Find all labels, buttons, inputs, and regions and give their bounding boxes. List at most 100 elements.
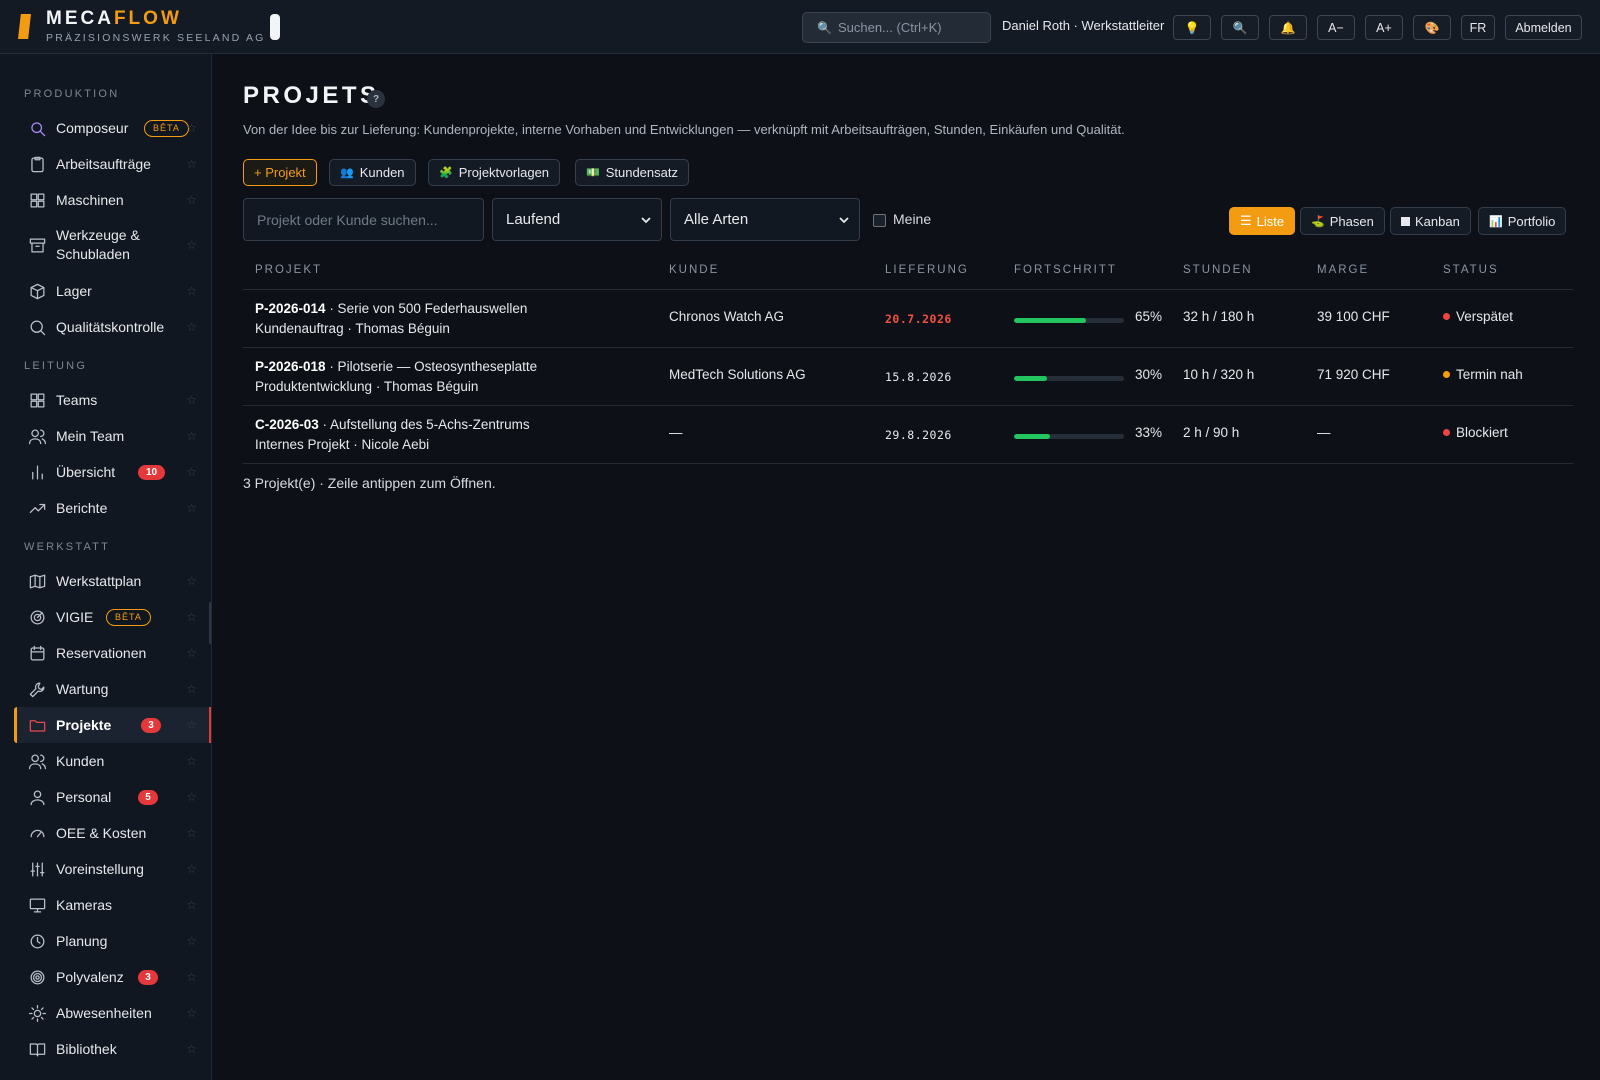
- sidebar-item-label: Teams: [56, 391, 98, 408]
- star-icon[interactable]: ☆: [186, 790, 197, 804]
- sidebar-item-oee-kosten[interactable]: OEE & Kosten ☆: [14, 815, 211, 851]
- sidebar-item-personal[interactable]: Personal 5 ☆: [14, 779, 211, 815]
- sidebar-item-uebersicht[interactable]: Übersicht 10 ☆: [14, 454, 211, 490]
- sidebar-item-maschinen[interactable]: Maschinen ☆: [14, 182, 211, 218]
- sidebar-item-label: Polyvalenz: [56, 968, 124, 985]
- status-select[interactable]: Laufend: [492, 198, 662, 241]
- sidebar-item-reservationen[interactable]: Reservationen ☆: [14, 635, 211, 671]
- sidebar-item-werkzeuge[interactable]: Werkzeuge & Schubladen ☆: [14, 218, 211, 272]
- star-icon[interactable]: ☆: [186, 934, 197, 948]
- star-icon[interactable]: ☆: [186, 501, 197, 515]
- star-icon[interactable]: ☆: [186, 646, 197, 660]
- theme-button[interactable]: 🎨: [1413, 15, 1451, 40]
- project-search-input[interactable]: Projekt oder Kunde suchen...: [243, 198, 484, 241]
- star-icon[interactable]: ☆: [186, 610, 197, 624]
- mine-checkbox-label[interactable]: Meine: [893, 211, 931, 227]
- table-row[interactable]: P-2026-014 · Serie von 500 Federhauswell…: [243, 290, 1573, 348]
- palette-icon: 🎨: [1424, 20, 1440, 35]
- logout-button[interactable]: Abmelden: [1505, 15, 1582, 40]
- star-icon[interactable]: ☆: [186, 898, 197, 912]
- hourly-rate-button[interactable]: 💵 Stundensatz: [575, 159, 689, 186]
- templates-button[interactable]: 🧩 Projektvorlagen: [428, 159, 561, 186]
- column-project[interactable]: PROJEKT: [255, 264, 322, 276]
- column-progress[interactable]: FORTSCHRITT: [1014, 264, 1117, 276]
- star-icon[interactable]: ☆: [186, 121, 197, 135]
- view-portfolio-button[interactable]: 📊 Portfolio: [1478, 207, 1567, 235]
- star-icon[interactable]: ☆: [186, 157, 197, 171]
- column-status[interactable]: STATUS: [1443, 264, 1499, 276]
- sidebar-item-lager[interactable]: Lager ☆: [14, 273, 211, 309]
- sidebar-item-mein-team[interactable]: Mein Team ☆: [14, 418, 211, 454]
- sidebar-item-label: VIGIE: [56, 608, 94, 625]
- sidebar-item-composeur[interactable]: Composeur BÊTA ☆: [14, 110, 211, 146]
- sidebar-toggle[interactable]: [270, 14, 280, 40]
- star-icon[interactable]: ☆: [186, 238, 197, 252]
- view-list-button[interactable]: ☰ Liste: [1229, 207, 1296, 235]
- column-customer[interactable]: KUNDE: [669, 264, 719, 276]
- sidebar-item-label: Arbeitsaufträge: [56, 155, 151, 172]
- star-icon[interactable]: ☆: [186, 320, 197, 334]
- search-button[interactable]: 🔍: [1221, 15, 1259, 40]
- notifications-button[interactable]: 🔔: [1269, 15, 1307, 40]
- sidebar-item-bibliothek[interactable]: Bibliothek ☆: [14, 1031, 211, 1067]
- mine-checkbox[interactable]: [873, 214, 886, 227]
- sidebar-item-kunden[interactable]: Kunden ☆: [14, 743, 211, 779]
- star-icon[interactable]: ☆: [186, 862, 197, 876]
- table-row[interactable]: C-2026-03 · Aufstellung des 5-Achs-Zentr…: [243, 406, 1573, 464]
- star-icon[interactable]: ☆: [186, 718, 197, 732]
- view-kanban-button[interactable]: Kanban: [1390, 207, 1471, 235]
- sidebar-item-wartung[interactable]: Wartung ☆: [14, 671, 211, 707]
- view-phases-button[interactable]: ⛳ Phasen: [1300, 207, 1385, 235]
- star-icon[interactable]: ☆: [186, 682, 197, 696]
- star-icon[interactable]: ☆: [186, 393, 197, 407]
- sidebar-item-qualitaetskontrolle[interactable]: Qualitätskontrolle ☆: [14, 309, 211, 345]
- folder-icon: [27, 715, 47, 735]
- gauge-icon: [27, 823, 47, 843]
- table-row[interactable]: P-2026-018 · Pilotserie — Osteosynthesep…: [243, 348, 1573, 406]
- sidebar-item-label: Übersicht: [56, 463, 116, 480]
- sidebar-item-berichte[interactable]: Berichte ☆: [14, 490, 211, 526]
- view-kanban-label: Kanban: [1415, 213, 1460, 229]
- sidebar-item-abwesenheiten[interactable]: Abwesenheiten ☆: [14, 995, 211, 1031]
- language-button[interactable]: FR: [1461, 15, 1495, 40]
- font-decrease-button[interactable]: A−: [1317, 15, 1355, 40]
- sidebar-item-werkstattplan[interactable]: Werkstattplan ☆: [14, 563, 211, 599]
- column-hours[interactable]: STUNDEN: [1183, 264, 1253, 276]
- view-portfolio-label: Portfolio: [1507, 213, 1556, 229]
- progress-bar: [1014, 434, 1124, 439]
- star-icon[interactable]: ☆: [186, 826, 197, 840]
- star-icon[interactable]: ☆: [186, 574, 197, 588]
- star-icon[interactable]: ☆: [186, 1042, 197, 1056]
- sidebar-item-planung[interactable]: Planung ☆: [14, 923, 211, 959]
- sidebar-item-arbeitsauftraege[interactable]: Arbeitsaufträge ☆: [14, 146, 211, 182]
- project-meta: Kundenauftrag · Thomas Béguin: [255, 321, 450, 336]
- star-icon[interactable]: ☆: [186, 465, 197, 479]
- project-name: · Pilotserie — Osteosyntheseplatte: [325, 359, 538, 374]
- column-margin[interactable]: MARGE: [1317, 264, 1369, 276]
- sidebar-item-label: Abwesenheiten: [56, 1004, 152, 1021]
- star-icon[interactable]: ☆: [186, 754, 197, 768]
- sidebar-item-polyvalenz[interactable]: Polyvalenz 3 ☆: [14, 959, 211, 995]
- help-icon[interactable]: ?: [367, 90, 385, 108]
- sidebar-scrollbar[interactable]: [209, 602, 211, 644]
- customer-cell: Chronos Watch AG: [669, 309, 785, 324]
- font-increase-button[interactable]: A+: [1365, 15, 1403, 40]
- global-search-input[interactable]: 🔍 Suchen... (Ctrl+K): [802, 12, 991, 43]
- column-delivery[interactable]: LIEFERUNG: [885, 264, 969, 276]
- tips-button[interactable]: 💡: [1173, 15, 1211, 40]
- sidebar-item-kameras[interactable]: Kameras ☆: [14, 887, 211, 923]
- brand-subtitle: PRÄZISIONSWERK SEELAND AG: [46, 32, 266, 44]
- type-select[interactable]: Alle Arten: [670, 198, 860, 241]
- star-icon[interactable]: ☆: [186, 193, 197, 207]
- customers-button[interactable]: 👥 Kunden: [329, 159, 416, 186]
- new-project-button[interactable]: + Projekt: [243, 159, 317, 186]
- star-icon[interactable]: ☆: [186, 429, 197, 443]
- sidebar-item-teams[interactable]: Teams ☆: [14, 382, 211, 418]
- sidebar-item-projekte[interactable]: Projekte 3 ☆: [14, 707, 211, 743]
- star-icon[interactable]: ☆: [186, 970, 197, 984]
- star-icon[interactable]: ☆: [186, 1006, 197, 1020]
- sidebar-item-voreinstellung[interactable]: Voreinstellung ☆: [14, 851, 211, 887]
- star-icon[interactable]: ☆: [186, 284, 197, 298]
- sidebar-item-vigie[interactable]: VIGIE BÊTA ☆: [14, 599, 211, 635]
- new-project-label: + Projekt: [254, 165, 306, 180]
